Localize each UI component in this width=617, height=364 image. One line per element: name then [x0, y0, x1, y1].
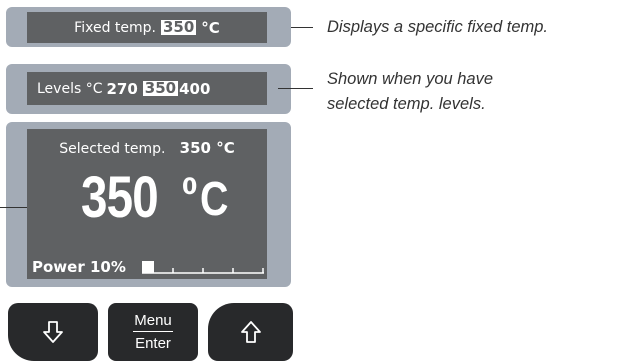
selected-temp-line: Selected temp. 350 °C: [27, 138, 267, 157]
levels-label: Levels °C: [37, 80, 103, 97]
menu-enter-button[interactable]: Menu Enter: [108, 303, 198, 361]
levels-description-line2: selected temp. levels.: [327, 95, 486, 113]
up-button[interactable]: [208, 303, 293, 361]
power-bar: [142, 261, 264, 274]
fixed-temp-display: Fixed temp. 350 °C: [27, 12, 267, 43]
levels-description-line1: Shown when you have: [327, 70, 494, 88]
fixed-temp-value: 350: [160, 18, 197, 36]
fixed-leader-line: [291, 27, 313, 28]
levels-leader-line: [278, 88, 313, 89]
enter-label: Enter: [135, 335, 171, 352]
selected-temp-label: Selected temp.: [59, 141, 166, 157]
fixed-description: Displays a specific fixed temp.: [327, 18, 549, 36]
power-row: Power 10%: [32, 258, 267, 276]
menu-divider: [133, 331, 173, 332]
arrow-down-icon: [43, 321, 63, 343]
level-low: 270: [106, 79, 138, 98]
main-leader-line: [0, 207, 30, 208]
arrow-up-icon: [240, 321, 261, 343]
menu-label: Menu: [134, 312, 172, 329]
fixed-temp-unit: °C: [201, 18, 220, 37]
down-button[interactable]: [8, 303, 98, 361]
level-selected: 350: [142, 79, 179, 97]
power-label: Power 10%: [32, 258, 126, 276]
main-display: Selected temp. 350 °C 350 0 C Power 10%: [27, 129, 267, 279]
celsius-symbol: C: [200, 173, 228, 226]
power-bar-fill: [142, 261, 154, 273]
selected-temp-value: 350 °C: [179, 139, 235, 157]
level-high: 400: [179, 79, 211, 98]
degree-symbol: 0: [182, 175, 198, 200]
levels-display: Levels °C 270 350 400: [27, 72, 267, 105]
fixed-temp-label: Fixed temp.: [74, 19, 156, 36]
current-temp-value: 350: [81, 165, 159, 230]
